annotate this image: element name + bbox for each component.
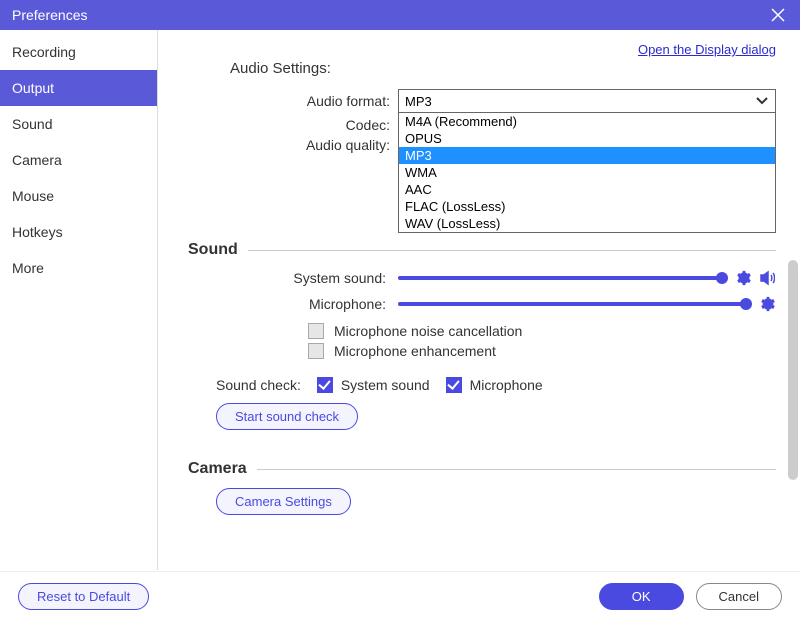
ok-button[interactable]: OK (599, 583, 684, 610)
content-inner: Audio Settings: Audio format: MP3 M4A (R… (158, 30, 800, 535)
system-sound-gear-icon[interactable] (734, 269, 752, 287)
sidebar-item-output[interactable]: Output (0, 70, 157, 106)
enhancement-row: Microphone enhancement (308, 343, 776, 359)
enhancement-checkbox[interactable] (308, 343, 324, 359)
dropdown-option-aac[interactable]: AAC (399, 181, 775, 198)
sidebar-item-camera[interactable]: Camera (0, 142, 157, 178)
sound-title: Sound (188, 241, 238, 259)
audio-format-dropdown: M4A (Recommend) OPUS MP3 WMA AAC FLAC (L… (398, 112, 776, 233)
soundcheck-label: Sound check: (216, 377, 301, 393)
sidebar: Recording Output Sound Camera Mouse Hotk… (0, 30, 158, 570)
audio-quality-label: Audio quality: (188, 137, 398, 153)
microphone-row: Microphone: (188, 295, 776, 313)
titlebar: Preferences (0, 0, 800, 30)
soundcheck-row: Sound check: System sound Microphone (216, 377, 776, 393)
noise-cancellation-label: Microphone noise cancellation (334, 323, 522, 339)
sc-system-group: System sound (317, 377, 430, 393)
close-button[interactable] (768, 5, 788, 25)
slider-thumb[interactable] (740, 298, 752, 310)
content-pane: Open the Display dialog Audio Settings: … (158, 30, 800, 570)
sidebar-item-mouse[interactable]: Mouse (0, 178, 157, 214)
system-sound-label: System sound: (188, 270, 398, 286)
dropdown-option-opus[interactable]: OPUS (399, 130, 775, 147)
scrollbar[interactable] (788, 260, 798, 480)
camera-section-header: Camera (188, 460, 776, 478)
sidebar-item-more[interactable]: More (0, 250, 157, 286)
audio-format-select[interactable]: MP3 (398, 89, 776, 113)
open-display-dialog-link[interactable]: Open the Display dialog (638, 42, 776, 57)
chevron-down-icon (755, 94, 769, 109)
sidebar-item-hotkeys[interactable]: Hotkeys (0, 214, 157, 250)
dropdown-option-wav[interactable]: WAV (LossLess) (399, 215, 775, 232)
sound-section-header: Sound (188, 241, 776, 259)
sc-system-checkbox[interactable] (317, 377, 333, 393)
window-title: Preferences (12, 7, 87, 23)
enhancement-label: Microphone enhancement (334, 343, 496, 359)
camera-title: Camera (188, 460, 247, 478)
sc-mic-checkbox[interactable] (446, 377, 462, 393)
dropdown-option-m4a[interactable]: M4A (Recommend) (399, 113, 775, 130)
sidebar-item-sound[interactable]: Sound (0, 106, 157, 142)
sidebar-item-recording[interactable]: Recording (0, 34, 157, 70)
footer: Reset to Default OK Cancel (0, 571, 800, 621)
audio-format-row: Audio format: MP3 M4A (Recommend) OPUS M… (188, 89, 776, 113)
microphone-label: Microphone: (188, 296, 398, 312)
audio-format-select-wrap: MP3 M4A (Recommend) OPUS MP3 WMA AAC FLA… (398, 89, 776, 113)
main-area: Recording Output Sound Camera Mouse Hotk… (0, 30, 800, 570)
microphone-slider[interactable] (398, 302, 746, 306)
system-sound-row: System sound: (188, 269, 776, 287)
speaker-icon[interactable] (758, 269, 776, 287)
system-sound-slider[interactable] (398, 276, 722, 280)
sc-mic-label: Microphone (470, 377, 543, 393)
dropdown-option-flac[interactable]: FLAC (LossLess) (399, 198, 775, 215)
noise-cancellation-checkbox[interactable] (308, 323, 324, 339)
sc-mic-group: Microphone (446, 377, 543, 393)
audio-settings-title: Audio Settings: (230, 60, 776, 77)
dropdown-option-mp3[interactable]: MP3 (399, 147, 775, 164)
sc-system-label: System sound (341, 377, 430, 393)
noise-cancellation-row: Microphone noise cancellation (308, 323, 776, 339)
microphone-gear-icon[interactable] (758, 295, 776, 313)
reset-to-default-button[interactable]: Reset to Default (18, 583, 149, 610)
start-sound-check-button[interactable]: Start sound check (216, 403, 358, 430)
camera-settings-button[interactable]: Camera Settings (216, 488, 351, 515)
slider-thumb[interactable] (716, 272, 728, 284)
cancel-button[interactable]: Cancel (696, 583, 782, 610)
audio-format-label: Audio format: (188, 93, 398, 109)
close-icon (771, 8, 785, 22)
audio-format-value: MP3 (405, 94, 432, 109)
dropdown-option-wma[interactable]: WMA (399, 164, 775, 181)
codec-label: Codec: (188, 117, 398, 133)
